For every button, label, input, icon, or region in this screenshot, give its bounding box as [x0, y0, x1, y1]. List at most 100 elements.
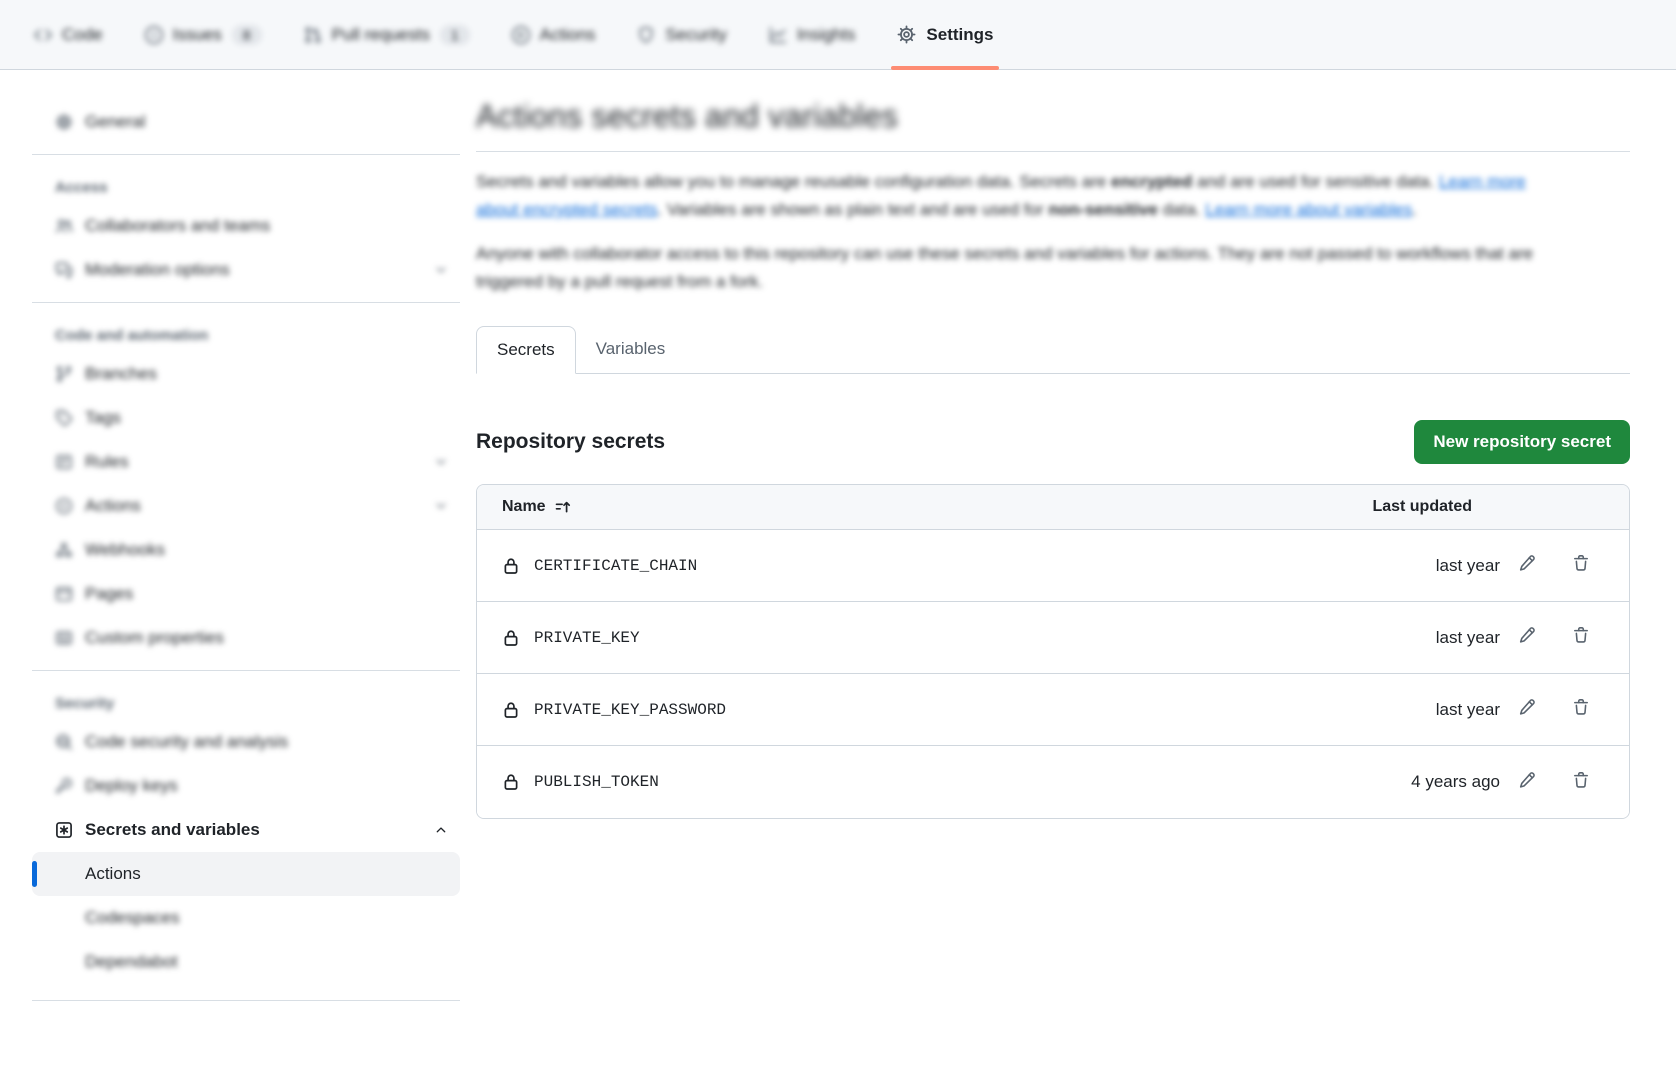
trash-icon: [1572, 771, 1590, 794]
sidebar-item-label: Dependabot: [85, 952, 178, 972]
repository-secrets-heading: Repository secrets: [476, 430, 665, 454]
intro-text: Secrets and variables allow you to manag…: [476, 172, 1111, 191]
tab-code[interactable]: Code: [18, 0, 119, 69]
name-column-header[interactable]: Name: [502, 498, 1372, 516]
rules-icon: [55, 453, 73, 471]
tab-issues[interactable]: Issues 8: [129, 0, 278, 69]
secret-name: PUBLISH_TOKEN: [534, 773, 1411, 791]
git-pull-request-icon: [304, 26, 322, 44]
divider: [32, 302, 460, 303]
sidebar-item-label: Collaborators and teams: [85, 216, 270, 236]
issues-count-badge: 8: [232, 25, 262, 45]
sidebar-item-label: Secrets and variables: [85, 820, 260, 840]
tag-icon: [55, 409, 73, 427]
tab-label: Actions: [540, 25, 596, 45]
intro-paragraph: Secrets and variables allow you to manag…: [476, 168, 1536, 224]
sidebar-item-label: Webhooks: [85, 540, 165, 560]
sidebar-item-actions[interactable]: Actions: [32, 484, 460, 528]
tab-security[interactable]: Security: [621, 0, 742, 69]
repo-tab-bar: Code Issues 8 Pull requests 1 Actions Se…: [0, 0, 1676, 70]
tab-variables[interactable]: Variables: [576, 326, 686, 373]
graph-icon: [769, 26, 787, 44]
edit-secret-button[interactable]: [1500, 554, 1554, 577]
secret-updated: last year: [1436, 556, 1500, 576]
divider: [32, 670, 460, 671]
tab-label: Code: [62, 25, 103, 45]
sidebar-item-label: Actions: [85, 496, 141, 516]
sidebar-item-label: Branches: [85, 364, 157, 384]
sort-ascending-icon[interactable]: [555, 499, 571, 515]
tab-actions[interactable]: Actions: [496, 0, 612, 69]
tab-secrets[interactable]: Secrets: [476, 326, 576, 374]
intro-text: data.: [1158, 200, 1205, 219]
secret-name: CERTIFICATE_CHAIN: [534, 557, 1436, 575]
sidebar-section-access: Access: [32, 165, 460, 204]
sidebar-item-label: Codespaces: [85, 908, 180, 928]
secret-name: PRIVATE_KEY_PASSWORD: [534, 701, 1436, 719]
intro-text: .: [1412, 200, 1417, 219]
edit-secret-button[interactable]: [1500, 698, 1554, 721]
sidebar-item-pages[interactable]: Pages: [32, 572, 460, 616]
sidebar-item-secrets-actions[interactable]: Actions: [32, 852, 460, 896]
table-row: PUBLISH_TOKEN 4 years ago: [477, 746, 1629, 818]
sidebar-item-custom-properties[interactable]: Custom properties: [32, 616, 460, 660]
delete-secret-button[interactable]: [1554, 626, 1608, 649]
tab-label: Pull requests: [332, 25, 430, 45]
issue-opened-icon: [145, 26, 163, 44]
tab-label: Security: [665, 25, 726, 45]
secret-name: PRIVATE_KEY: [534, 629, 1436, 647]
pencil-icon: [1518, 554, 1536, 577]
delete-secret-button[interactable]: [1554, 554, 1608, 577]
page-title: Actions secrets and variables: [476, 98, 1630, 135]
secret-updated: last year: [1436, 628, 1500, 648]
active-tab-underline: [891, 66, 999, 70]
tab-label: Issues: [173, 25, 222, 45]
intro-bold-encrypted: encrypted: [1111, 172, 1192, 191]
table-row: CERTIFICATE_CHAIN last year: [477, 530, 1629, 602]
delete-secret-button[interactable]: [1554, 771, 1608, 794]
sidebar-item-webhooks[interactable]: Webhooks: [32, 528, 460, 572]
edit-secret-button[interactable]: [1500, 626, 1554, 649]
sidebar-item-general[interactable]: General: [32, 100, 460, 144]
intro-bold-non-sensitive: non-sensitive: [1048, 200, 1158, 219]
sidebar-item-secrets-and-variables[interactable]: Secrets and variables: [32, 808, 460, 852]
tab-insights[interactable]: Insights: [753, 0, 872, 69]
comment-discussion-icon: [55, 261, 73, 279]
sidebar-item-label: Deploy keys: [85, 776, 178, 796]
sidebar-item-moderation[interactable]: Moderation options: [32, 248, 460, 292]
sidebar-item-secrets-dependabot[interactable]: Dependabot: [32, 940, 460, 984]
tab-settings[interactable]: Settings: [881, 0, 1009, 69]
edit-secret-button[interactable]: [1500, 771, 1554, 794]
intro-text: and are used for sensitive data.: [1192, 172, 1439, 191]
lock-icon: [502, 701, 520, 719]
sidebar-section-code-automation: Code and automation: [32, 313, 460, 352]
chevron-up-icon: [434, 823, 448, 837]
people-icon: [55, 217, 73, 235]
divider: [32, 1000, 460, 1001]
sidebar-item-deploy-keys[interactable]: Deploy keys: [32, 764, 460, 808]
delete-secret-button[interactable]: [1554, 698, 1608, 721]
sidebar-item-tags[interactable]: Tags: [32, 396, 460, 440]
tab-pull-requests[interactable]: Pull requests 1: [288, 0, 486, 69]
trash-icon: [1572, 698, 1590, 721]
sidebar-item-collaborators[interactable]: Collaborators and teams: [32, 204, 460, 248]
link-variables[interactable]: Learn more about variables: [1205, 200, 1412, 219]
sidebar-item-code-security[interactable]: Code security and analysis: [32, 720, 460, 764]
lock-icon: [502, 557, 520, 575]
settings-sidebar: General Access Collaborators and teams M…: [32, 70, 460, 1011]
lock-icon: [502, 773, 520, 791]
sidebar-item-label: General: [85, 112, 145, 132]
sidebar-section-security: Security: [32, 681, 460, 720]
table-row: PRIVATE_KEY last year: [477, 602, 1629, 674]
browser-icon: [55, 585, 73, 603]
sidebar-item-secrets-codespaces[interactable]: Codespaces: [32, 896, 460, 940]
code-icon: [34, 26, 52, 44]
trash-icon: [1572, 554, 1590, 577]
webhook-icon: [55, 541, 73, 559]
sidebar-item-label: Custom properties: [85, 628, 224, 648]
new-repository-secret-button[interactable]: New repository secret: [1414, 420, 1630, 464]
table-header: Name Last updated: [477, 485, 1629, 530]
sidebar-item-rules[interactable]: Rules: [32, 440, 460, 484]
secrets-variables-tabnav: Secrets Variables: [476, 326, 1630, 374]
sidebar-item-branches[interactable]: Branches: [32, 352, 460, 396]
